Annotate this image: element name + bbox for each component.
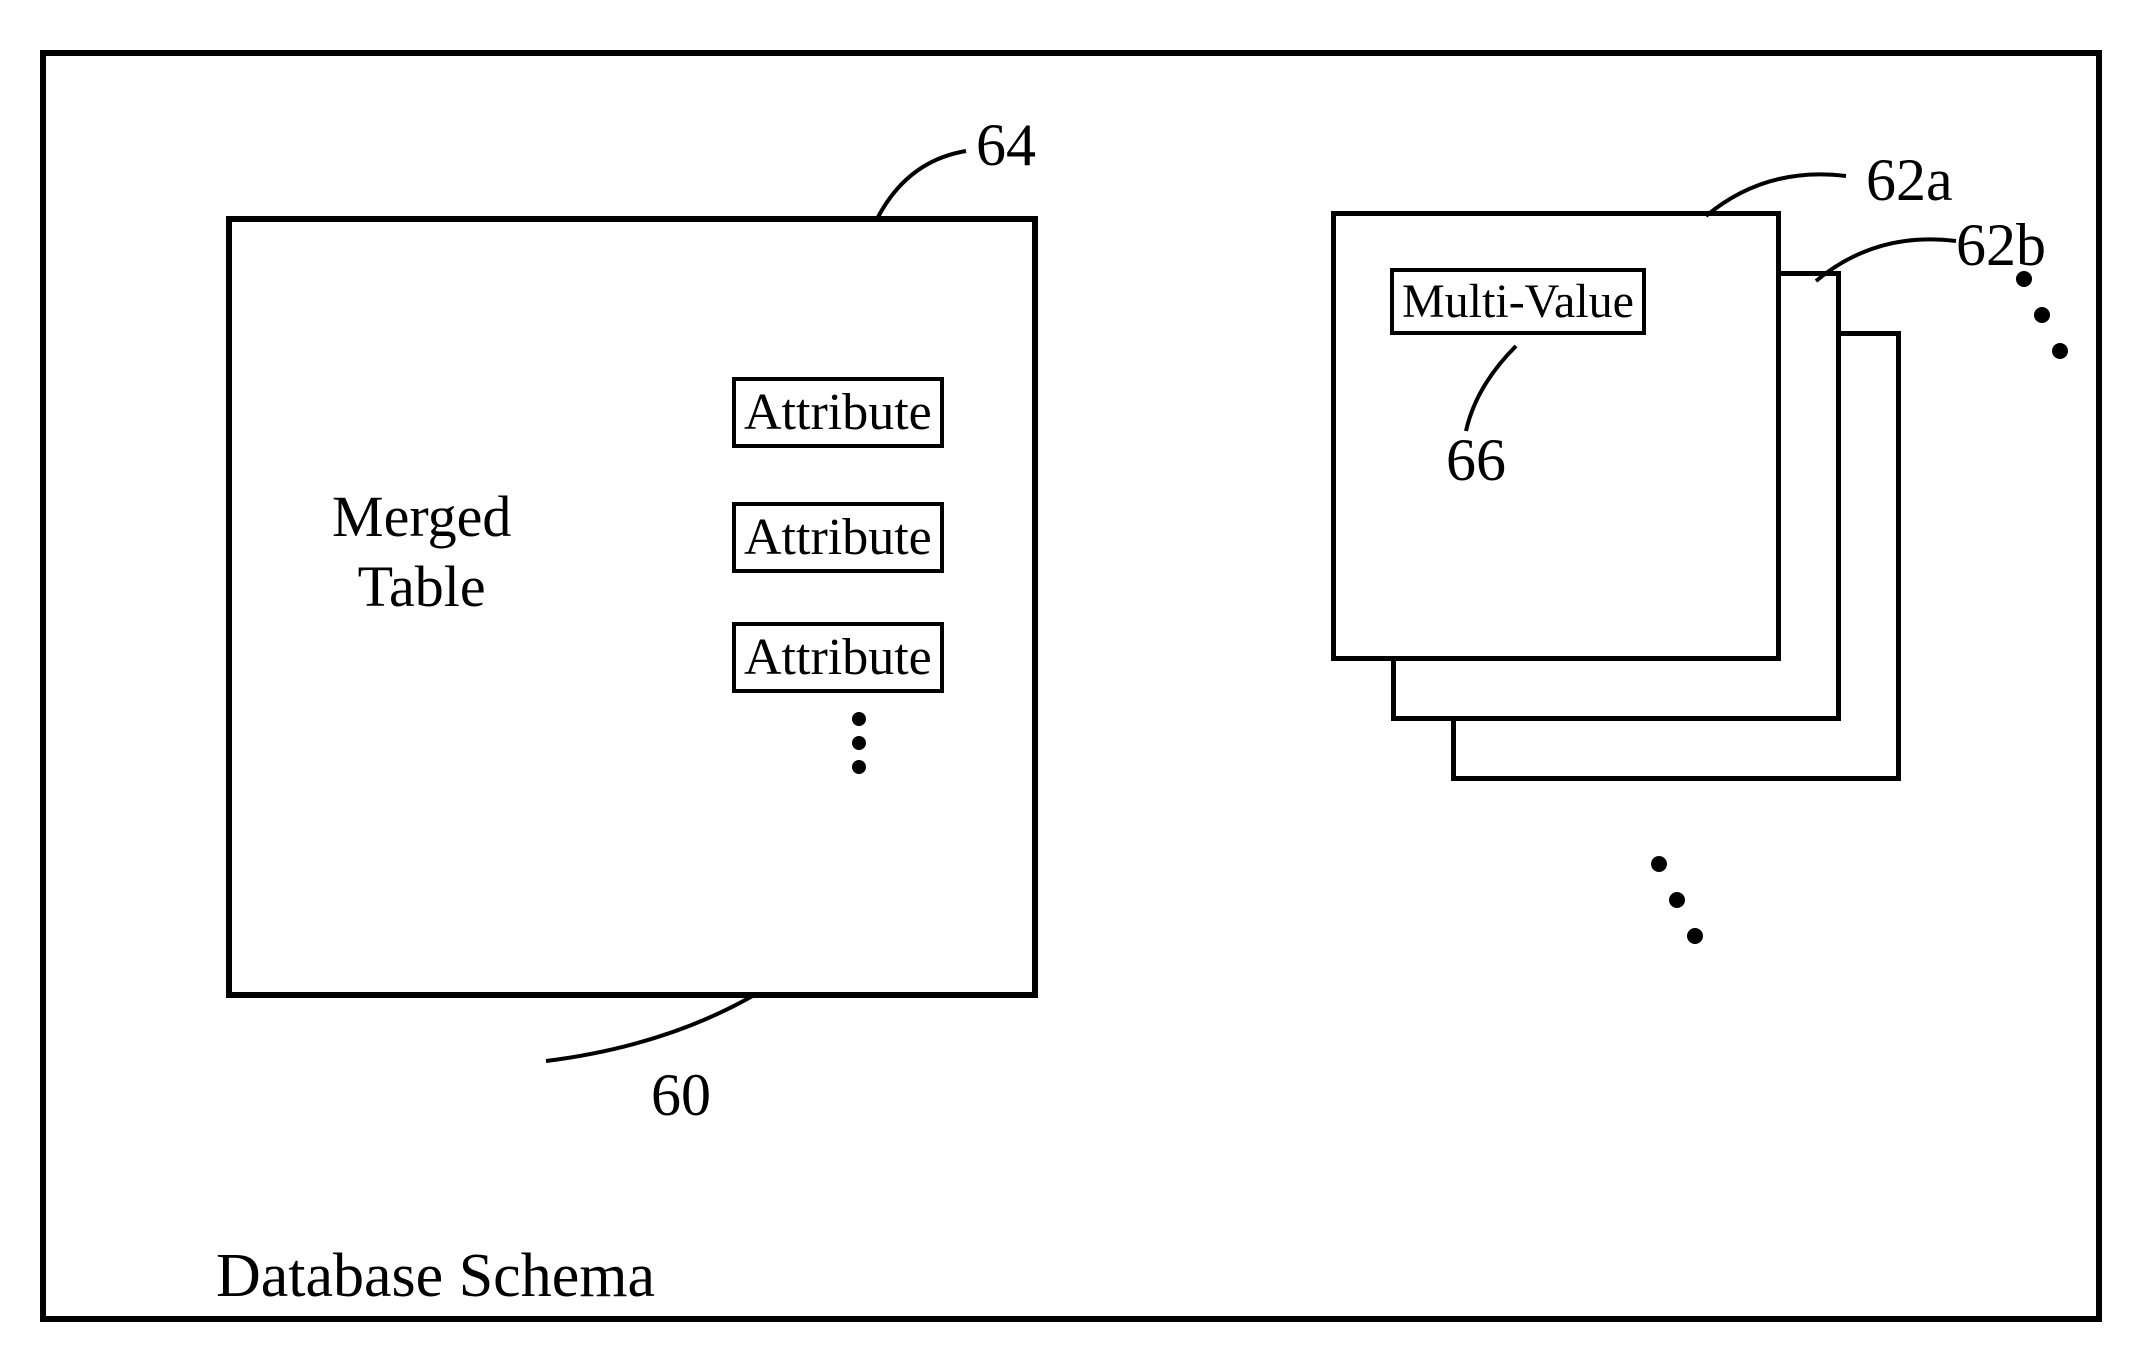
multi-value-label: Multi-Value [1390, 268, 1646, 335]
callout-62a: 62a [1866, 146, 1953, 215]
merged-table-label: Merged Table [332, 482, 511, 621]
attribute-box-3: Attribute [732, 622, 944, 693]
attribute-ellipsis [852, 712, 866, 774]
callout-60: 60 [651, 1061, 711, 1130]
ellipsis-upper [2016, 271, 2068, 359]
callout-line-66 [1456, 336, 1576, 436]
callout-line-64 [866, 141, 1066, 231]
callout-66: 66 [1446, 426, 1506, 495]
attribute-box-2: Attribute [732, 502, 944, 573]
diagram-canvas: Merged Table Attribute Attribute Attribu… [0, 0, 2137, 1369]
attribute-box-1: Attribute [732, 377, 944, 448]
ellipsis-lower [1651, 856, 1703, 944]
callout-62b: 62b [1956, 211, 2046, 280]
database-schema-frame: Merged Table Attribute Attribute Attribu… [40, 50, 2102, 1322]
merged-text-1: Merged Table [332, 484, 511, 619]
callout-64: 64 [976, 111, 1036, 180]
merged-table-box: Merged Table Attribute Attribute Attribu… [226, 216, 1038, 998]
schema-title: Database Schema [216, 1241, 655, 1312]
